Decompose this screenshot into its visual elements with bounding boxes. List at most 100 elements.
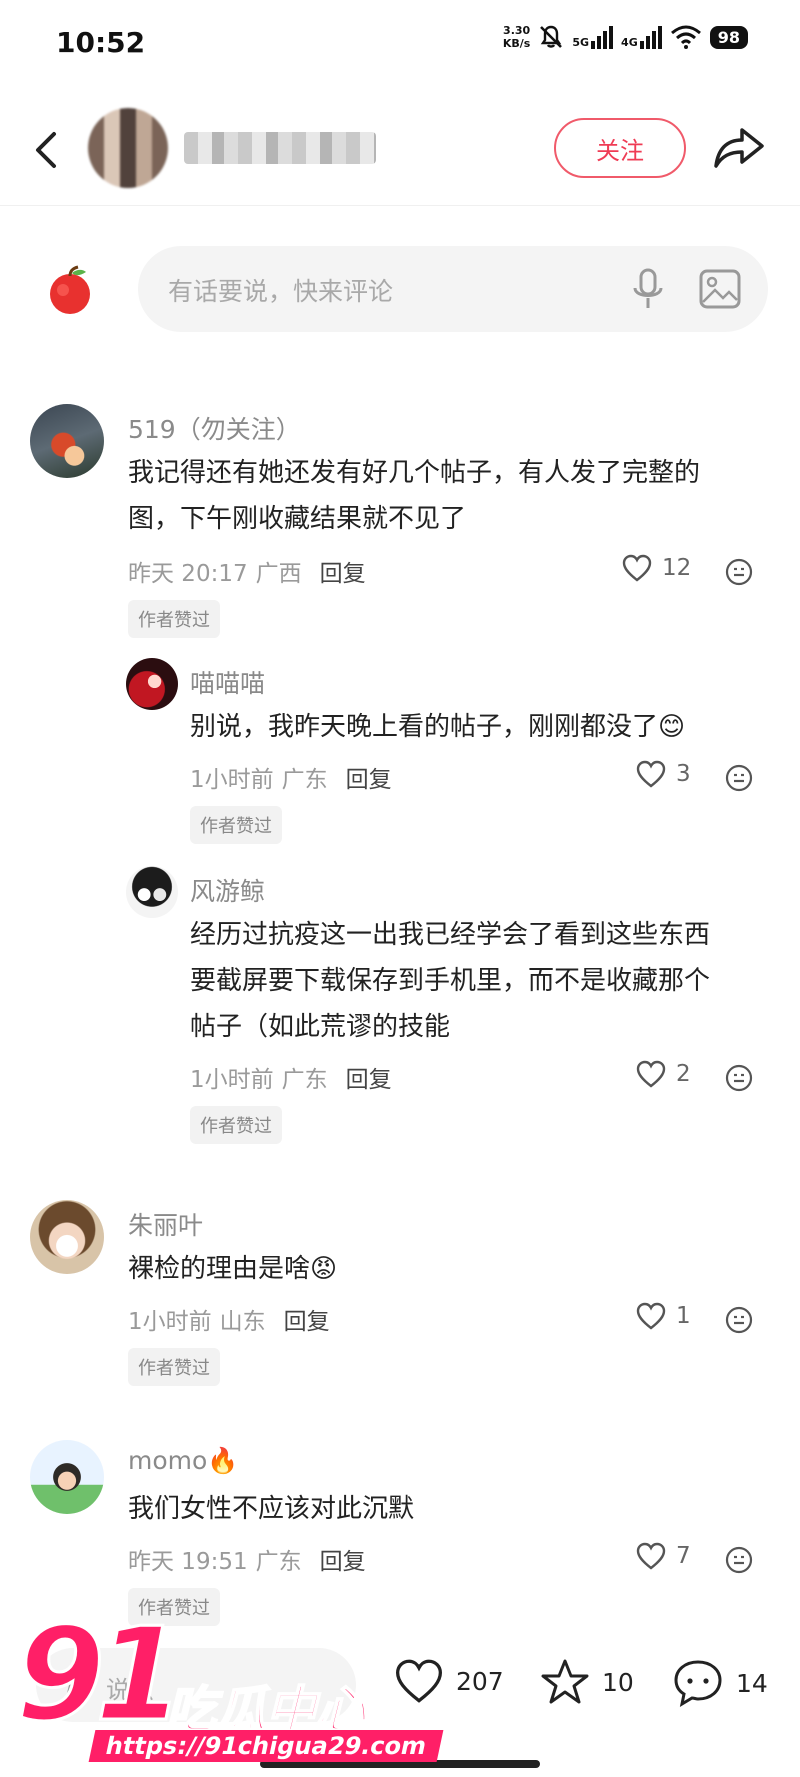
net-speed-unit: KB/s bbox=[502, 37, 531, 50]
like-button[interactable]: 7 bbox=[636, 1542, 691, 1570]
reply-button[interactable]: 回复 bbox=[346, 760, 392, 794]
comment-bubble-icon bbox=[674, 1660, 722, 1708]
net-speed-value: 3.30 bbox=[503, 24, 531, 37]
bottom-input-text: 说点 bbox=[106, 1676, 154, 1704]
commenter-avatar[interactable] bbox=[30, 1200, 104, 1274]
author-liked-badge: 作者赞过 bbox=[128, 1348, 220, 1386]
reply-button[interactable]: 回复 bbox=[320, 1542, 366, 1576]
comment-text: 别说，我昨天晚上看的帖子，刚刚都没了😊 bbox=[190, 704, 685, 750]
author-avatar[interactable] bbox=[88, 108, 168, 188]
like-count: 12 bbox=[662, 555, 692, 581]
home-indicator[interactable] bbox=[260, 1760, 540, 1768]
net-speed: 3.30 KB/s bbox=[503, 24, 530, 50]
reply-button[interactable]: 回复 bbox=[284, 1302, 330, 1336]
commenter-avatar[interactable] bbox=[30, 404, 104, 478]
follow-button[interactable]: 关注 bbox=[554, 118, 686, 178]
commenter-name[interactable]: 喵喵喵 bbox=[190, 664, 265, 700]
battery-indicator: 98 bbox=[709, 25, 748, 49]
commenter-avatar[interactable] bbox=[30, 1440, 104, 1514]
like-button[interactable]: 2 bbox=[636, 1060, 691, 1088]
comment-count: 14 bbox=[736, 1668, 768, 1698]
post-header: 关注 bbox=[0, 100, 800, 206]
comment-text: 我记得还有她还发有好几个帖子，有人发了完整的 图，下午刚收藏结果就不见了 bbox=[128, 450, 700, 542]
author-liked-badge: 作者赞过 bbox=[128, 600, 220, 638]
back-arrow-icon[interactable] bbox=[26, 122, 66, 178]
commenter-name[interactable]: 朱丽叶 bbox=[128, 1206, 203, 1242]
comment-text: 我们女性不应该对此沉默 bbox=[128, 1486, 414, 1532]
signal-bars-icon bbox=[639, 25, 662, 49]
status-time: 10:52 bbox=[56, 26, 146, 59]
commenter-avatar[interactable] bbox=[126, 866, 178, 918]
emoji-reaction-icon[interactable] bbox=[724, 1545, 754, 1575]
favorite-button[interactable]: 10 bbox=[540, 1658, 634, 1706]
heart-icon bbox=[636, 1542, 666, 1570]
like-button[interactable]: 3 bbox=[636, 760, 691, 788]
signal-5g: 5G bbox=[572, 25, 614, 49]
comment-meta: 1小时前 山东 回复 bbox=[128, 1302, 330, 1336]
comment-time: 1小时前 bbox=[190, 1067, 274, 1093]
comment-location: 广东 bbox=[281, 1067, 328, 1093]
comment-time: 1小时前 bbox=[190, 767, 274, 793]
comment-line: 帖子（如此荒谬的技能 bbox=[190, 1012, 451, 1042]
comment-time: 昨天 20:17 bbox=[128, 561, 248, 587]
like-post-button[interactable]: 207 bbox=[394, 1658, 504, 1704]
comment-line: 别说，我昨天晚上看的帖子，刚刚都没了😊 bbox=[190, 712, 686, 742]
author-liked-badge: 作者赞过 bbox=[190, 1106, 282, 1144]
comment-location: 山东 bbox=[219, 1309, 266, 1335]
image-icon[interactable] bbox=[698, 268, 742, 310]
comments-button[interactable]: 14 bbox=[672, 1658, 768, 1708]
post-like-count: 207 bbox=[456, 1666, 504, 1696]
commenter-name[interactable]: 风游鲸 bbox=[190, 872, 265, 908]
author-liked-badge: 作者赞过 bbox=[190, 806, 282, 844]
like-count: 1 bbox=[676, 1303, 691, 1329]
signal-4g-label: 4G bbox=[621, 35, 638, 49]
heart-icon bbox=[636, 1060, 666, 1088]
bottom-action-bar: 说点 207 10 14 bbox=[0, 1628, 800, 1777]
like-button[interactable]: 12 bbox=[622, 554, 691, 582]
comment-line: 我们女性不应该对此沉默 bbox=[128, 1494, 415, 1524]
signal-5g-label: 5G bbox=[572, 35, 590, 49]
emoji-reaction-icon[interactable] bbox=[724, 1305, 754, 1335]
commenter-name[interactable]: momo🔥 bbox=[128, 1446, 238, 1476]
like-count: 2 bbox=[676, 1061, 691, 1087]
like-count: 7 bbox=[676, 1543, 691, 1569]
comment-line: 要截屏要下载保存到手机里，而不是收藏那个 bbox=[190, 966, 711, 996]
microphone-icon[interactable] bbox=[628, 266, 668, 312]
comment-line: 裸检的理由是啥😡 bbox=[128, 1254, 338, 1284]
author-name[interactable] bbox=[184, 132, 376, 164]
comment-line: 图，下午刚收藏结果就不见了 bbox=[128, 504, 467, 534]
comment-line: 经历过抗疫这一出我已经学会了看到这些东西 bbox=[190, 920, 711, 950]
comment-meta: 昨天 20:17 广西 回复 bbox=[128, 554, 366, 588]
signal-4g: 4G bbox=[621, 25, 662, 49]
mute-bell-icon bbox=[540, 25, 563, 48]
comment-text: 裸检的理由是啥😡 bbox=[128, 1246, 337, 1292]
emoji-reaction-icon[interactable] bbox=[724, 1063, 754, 1093]
favorite-count: 10 bbox=[602, 1667, 634, 1697]
wifi-icon bbox=[670, 25, 701, 49]
status-icons: 3.30 KB/s 5G 4G 98 bbox=[503, 24, 748, 50]
emoji-reaction-icon[interactable] bbox=[724, 763, 754, 793]
share-icon[interactable] bbox=[712, 122, 768, 174]
commenter-name[interactable]: 519（勿关注） bbox=[128, 410, 301, 446]
commenter-avatar[interactable] bbox=[126, 658, 178, 710]
reply-button[interactable]: 回复 bbox=[346, 1060, 392, 1094]
comment-location: 广西 bbox=[255, 561, 302, 587]
comment-input[interactable]: 有话要说，快来评论 bbox=[138, 246, 768, 332]
pencil-icon bbox=[66, 1670, 92, 1696]
like-button[interactable]: 1 bbox=[636, 1302, 691, 1330]
comment-input-placeholder: 有话要说，快来评论 bbox=[168, 277, 394, 306]
comment-time: 1小时前 bbox=[128, 1309, 212, 1335]
like-count: 3 bbox=[676, 761, 691, 787]
comment-line: 我记得还有她还发有好几个帖子，有人发了完整的 bbox=[128, 458, 701, 488]
bottom-comment-input[interactable]: 说点 bbox=[36, 1648, 356, 1722]
emoji-reaction-icon[interactable] bbox=[724, 557, 754, 587]
comment-meta: 1小时前 广东 回复 bbox=[190, 760, 392, 794]
comment-meta: 1小时前 广东 回复 bbox=[190, 1060, 392, 1094]
star-icon bbox=[541, 1659, 589, 1704]
comment-location: 广东 bbox=[281, 767, 328, 793]
heart-icon bbox=[636, 1302, 666, 1330]
author-liked-badge: 作者赞过 bbox=[128, 1588, 220, 1626]
comment-text: 经历过抗疫这一出我已经学会了看到这些东西 要截屏要下载保存到手机里，而不是收藏那… bbox=[190, 912, 710, 1050]
status-bar: 10:52 3.30 KB/s 5G 4G 98 bbox=[0, 0, 800, 90]
reply-button[interactable]: 回复 bbox=[320, 554, 366, 588]
